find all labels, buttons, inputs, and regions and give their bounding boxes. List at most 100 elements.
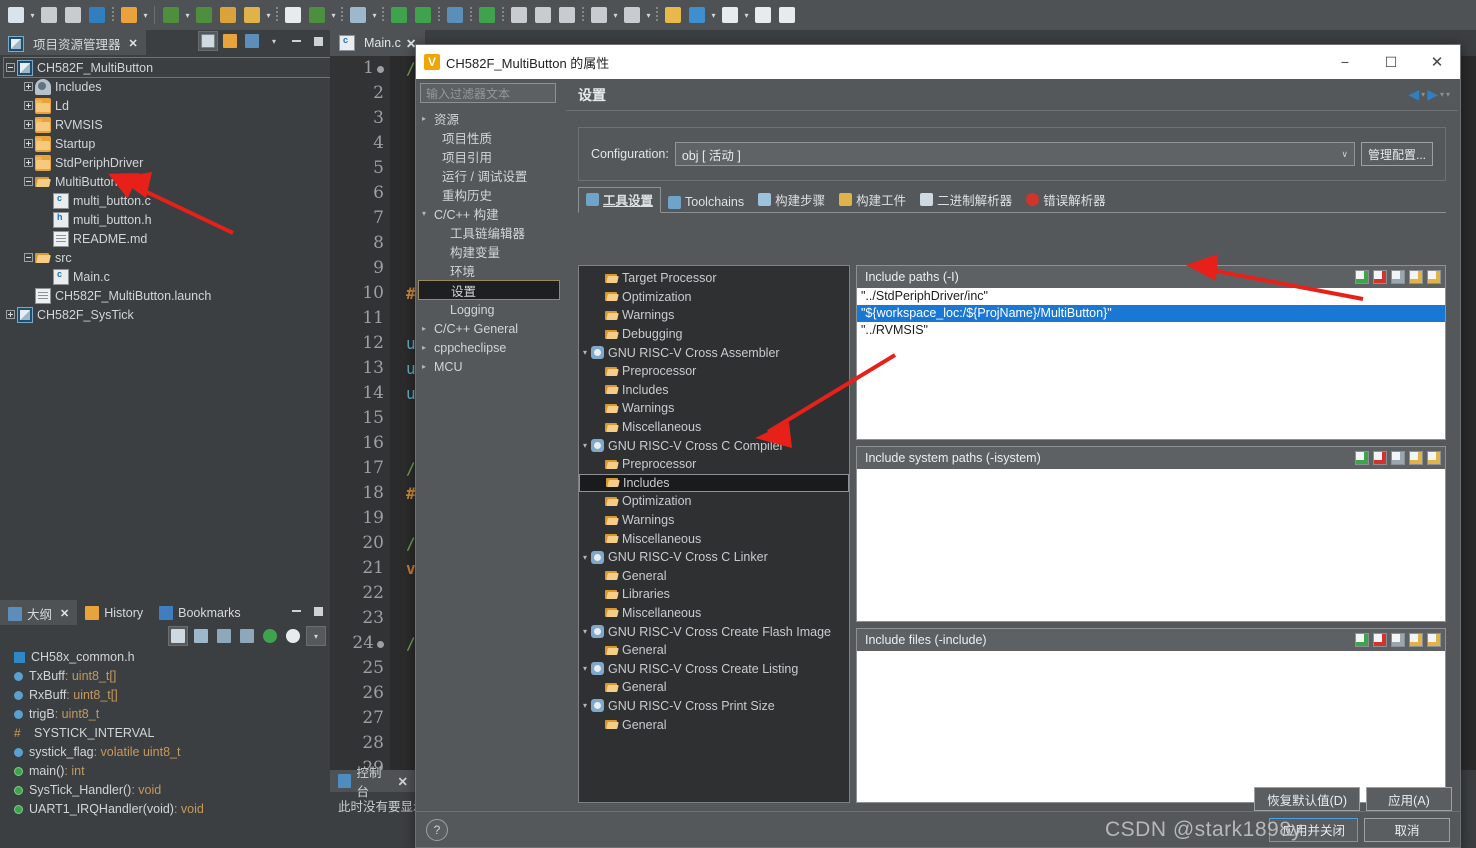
view-dropdown-icon[interactable]: ▾ <box>264 31 284 51</box>
close-icon[interactable]: ✕ <box>398 774 408 789</box>
tool-tree-item[interactable]: Warnings <box>579 306 849 325</box>
move-up-icon[interactable] <box>1409 270 1423 284</box>
folding-marker-icon[interactable] <box>377 641 384 648</box>
dialog-nav-item[interactable]: 运行 / 调试设置 <box>418 166 560 185</box>
ruler-button[interactable] <box>556 4 578 26</box>
edit-icon[interactable] <box>1391 632 1405 647</box>
next-annotation-button[interactable] <box>588 4 610 26</box>
project-tree-item[interactable]: multi_button.c <box>4 191 330 210</box>
new-window-button[interactable] <box>118 4 140 26</box>
dialog-nav-item[interactable]: ▸ 资源 <box>418 109 560 128</box>
debug-button[interactable] <box>306 4 328 26</box>
tool-tree-item[interactable]: Preprocessor <box>579 362 849 381</box>
tab-project-explorer[interactable]: 项目资源管理器 ✕ <box>0 30 146 55</box>
delete-icon[interactable] <box>1373 632 1387 647</box>
tab-0[interactable]: 工具设置 <box>578 187 662 213</box>
tab-5[interactable]: 错误解析器 <box>1019 188 1113 212</box>
close-icon[interactable]: ✕ <box>129 37 138 50</box>
expander-toggle-icon[interactable]: ▾ <box>579 664 591 673</box>
project-tree-item[interactable]: CH582F_MultiButton.launch <box>4 286 330 305</box>
tool-tree-item[interactable]: General <box>579 715 849 734</box>
tool-tree-item[interactable]: ▾ GNU RISC-V Cross Create Flash Image <box>579 622 849 641</box>
dropdown-caret-icon[interactable] <box>709 4 718 26</box>
tool-tree-item[interactable]: Target Processor <box>579 269 849 288</box>
minimize-icon[interactable] <box>286 31 306 51</box>
save-all-button[interactable] <box>62 4 84 26</box>
expander-toggle-icon[interactable] <box>4 61 17 74</box>
tool-tree-item[interactable]: General <box>579 678 849 697</box>
sort-icon[interactable] <box>191 626 211 646</box>
project-tree-item[interactable]: Startup <box>4 134 330 153</box>
indent-left-button[interactable] <box>508 4 530 26</box>
dialog-nav-item[interactable]: 工具链编辑器 <box>418 223 560 242</box>
minimize-icon[interactable] <box>286 601 306 621</box>
dropdown-caret-icon[interactable] <box>28 4 37 26</box>
delete-icon[interactable] <box>1373 451 1387 465</box>
collapse-all-icon[interactable] <box>198 31 218 51</box>
include-panel-list[interactable] <box>857 469 1445 621</box>
restore-defaults-button[interactable]: 恢复默认值(D) <box>1254 787 1360 811</box>
books-button[interactable] <box>217 4 239 26</box>
tool-tree-item[interactable]: Optimization <box>579 288 849 307</box>
edit-icon[interactable] <box>1391 451 1405 465</box>
include-list-item[interactable]: "../StdPeriphDriver/inc" <box>857 288 1445 305</box>
tool-tree-item[interactable]: Includes <box>579 473 849 493</box>
new-file-button[interactable] <box>5 4 27 26</box>
move-down-icon[interactable] <box>1427 632 1441 647</box>
move-up-icon[interactable] <box>1409 632 1423 647</box>
dropdown-caret-icon[interactable] <box>370 4 379 26</box>
link-with-editor-icon[interactable] <box>220 31 240 51</box>
manage-configurations-button[interactable]: 管理配置... <box>1360 142 1433 166</box>
tab-3[interactable]: 构建工件 <box>832 188 913 212</box>
dialog-nav-item[interactable]: ▸ cppcheclipse <box>418 338 560 357</box>
delete-icon[interactable] <box>1373 270 1387 284</box>
perspective-button[interactable] <box>476 4 498 26</box>
tool-tree-item[interactable]: Warnings <box>579 399 849 418</box>
move-down-icon[interactable] <box>1427 270 1441 284</box>
nav-back-icon[interactable]: ◀ <box>1408 86 1419 103</box>
back-button[interactable] <box>686 4 708 26</box>
tool-tree-item[interactable]: Optimization <box>579 492 849 511</box>
project-tree-item[interactable]: RVMSIS <box>4 115 330 134</box>
expander-toggle-icon[interactable]: ▾ <box>579 348 591 357</box>
filters-icon[interactable] <box>283 626 303 646</box>
tool-tree-item[interactable]: Warnings <box>579 511 849 530</box>
outline-item[interactable]: trigB : uint8_t <box>0 704 330 723</box>
expander-toggle-icon[interactable] <box>22 156 35 169</box>
outline-item[interactable]: RxBuff : uint8_t[] <box>0 685 330 704</box>
expander-toggle-icon[interactable]: ▸ <box>422 324 434 333</box>
minimize-button[interactable]: − <box>1322 45 1368 79</box>
expander-toggle-icon[interactable]: ▸ <box>422 343 434 352</box>
expander-toggle-icon[interactable]: ▾ <box>579 627 591 636</box>
add-icon[interactable] <box>1355 270 1369 284</box>
download-flash-button[interactable] <box>388 4 410 26</box>
expander-toggle-icon[interactable]: ▸ <box>422 114 434 123</box>
dialog-nav-item[interactable]: 设置 <box>418 280 560 300</box>
expander-toggle-icon[interactable] <box>22 137 35 150</box>
expander-toggle-icon[interactable]: ▾ <box>579 553 591 562</box>
dialog-nav-item[interactable]: ▸ MCU <box>418 357 560 376</box>
expander-toggle-icon[interactable]: ▾ <box>579 701 591 710</box>
last-edit-button[interactable] <box>662 4 684 26</box>
outline-item[interactable]: UART1_IRQHandler(void) : void <box>0 799 330 818</box>
expander-toggle-icon[interactable] <box>22 175 35 188</box>
view-menu-icon[interactable]: ▾ <box>306 626 326 646</box>
tool-tree-item[interactable]: Miscellaneous <box>579 418 849 437</box>
folding-marker-icon[interactable] <box>377 66 384 73</box>
configuration-select[interactable]: obj [ 活动 ] ∨ <box>674 142 1355 166</box>
tab-bookmarks[interactable]: Bookmarks <box>151 600 249 625</box>
outline-item[interactable]: systick_flag : volatile uint8_t <box>0 742 330 761</box>
dialog-nav-item[interactable]: 项目引用 <box>418 147 560 166</box>
tab-Toolchains[interactable]: Toolchains <box>661 193 751 212</box>
expander-toggle-icon[interactable] <box>22 118 35 131</box>
tool-tree-item[interactable]: Miscellaneous <box>579 529 849 548</box>
project-tree-item[interactable]: StdPeriphDriver <box>4 153 330 172</box>
tab-history[interactable]: History <box>77 600 151 625</box>
move-down-icon[interactable] <box>1427 451 1441 465</box>
dialog-nav-item[interactable]: ▸ C/C++ General <box>418 319 560 338</box>
folding-margin[interactable] <box>390 56 402 770</box>
include-panel-list[interactable] <box>857 650 1445 802</box>
view-menu-icon[interactable] <box>242 31 262 51</box>
project-tree-item[interactable]: src <box>4 248 330 267</box>
outline-item[interactable]: CH58x_common.h <box>0 647 330 666</box>
